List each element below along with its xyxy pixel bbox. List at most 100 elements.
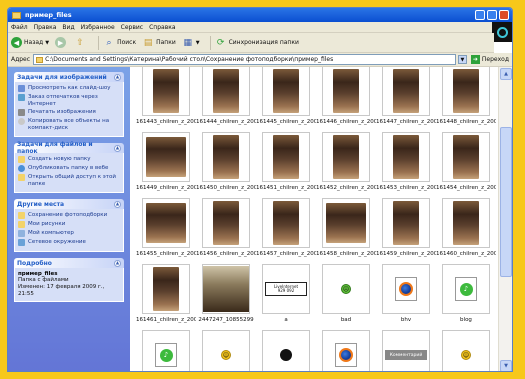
file-item[interactable]: 161450_chilren_z_200...: [196, 132, 256, 198]
file-item[interactable]: ♪: [136, 330, 196, 371]
file-item[interactable]: [256, 330, 316, 371]
copy-to-cd-link[interactable]: Копировать все объекты на компакт-диск: [18, 118, 120, 131]
publish-web-link[interactable]: Опубликовать папку в вебе: [18, 165, 120, 172]
address-dropdown-button[interactable]: ▼: [457, 55, 467, 64]
file-item[interactable]: 161461_chilren_z_200...: [136, 264, 196, 330]
file-item[interactable]: LiveInternet 929 092 a: [256, 264, 316, 330]
file-item[interactable]: 161452_chilren_z_200...: [316, 132, 376, 198]
file-item[interactable]: 161449_chilren_z_200...: [136, 132, 196, 198]
computer-icon: [18, 230, 25, 237]
image-tasks-panel: Задачи для изображений ▲ Просмотреть как…: [14, 72, 124, 137]
new-folder-link[interactable]: Создать новую папку: [18, 156, 120, 163]
menu-help[interactable]: Справка: [149, 24, 175, 31]
file-item[interactable]: 161448_chilren_z_200...: [436, 67, 496, 132]
icq-document-icon: ♪: [155, 343, 177, 367]
collapse-icon[interactable]: ▲: [114, 144, 121, 152]
other-places-header[interactable]: Другие места ▲: [14, 199, 124, 209]
collapse-icon[interactable]: ▲: [114, 200, 121, 208]
file-item[interactable]: 2447247_10855299: [196, 264, 256, 330]
scroll-down-button[interactable]: ▼: [500, 360, 512, 371]
print-images-link[interactable]: Печатать изображения: [18, 109, 120, 116]
address-field[interactable]: C:\Documents and Settings\Катерина\Рабоч…: [33, 54, 456, 65]
maximize-button[interactable]: [487, 10, 497, 20]
file-item[interactable]: 161458_chilren_z_200...: [316, 198, 376, 264]
order-prints-icon: [18, 94, 25, 101]
file-item[interactable]: 161451_chilren_z_200...: [256, 132, 316, 198]
views-icon: ▦: [183, 37, 192, 48]
order-prints-link[interactable]: Заказ отпечатков через Интернет: [18, 94, 120, 107]
smiley-icon: ☺: [221, 350, 231, 360]
folder-icon: [18, 212, 25, 219]
task-pane: Задачи для изображений ▲ Просмотреть как…: [8, 67, 130, 371]
place-my-computer[interactable]: Мой компьютер: [18, 230, 120, 237]
photo-thumbnail: [153, 69, 179, 113]
slideshow-link[interactable]: Просмотреть как слайд-шоу: [18, 85, 120, 92]
menu-tools[interactable]: Сервис: [121, 24, 143, 31]
file-item[interactable]: 161447_chilren_z_200...: [376, 67, 436, 132]
menu-file[interactable]: Файл: [11, 24, 28, 31]
vertical-scrollbar[interactable]: ▲ ▼: [498, 67, 512, 371]
windows-logo: [492, 22, 512, 42]
back-button[interactable]: ◀ Назад ▼: [11, 35, 49, 51]
forward-arrow-icon: ▶: [55, 37, 67, 48]
file-item[interactable]: 161460_chilren_z_200...: [436, 198, 496, 264]
sync-folder-button[interactable]: ⟳ Синхронизация папки: [215, 35, 299, 51]
photo-thumbnail: [326, 203, 366, 243]
collapse-icon[interactable]: ▲: [114, 259, 121, 267]
file-item[interactable]: ☺: [436, 330, 496, 371]
file-item[interactable]: ☹ bad: [316, 264, 376, 330]
file-item[interactable]: 161456_chilren_z_200...: [196, 198, 256, 264]
file-item[interactable]: 161454_chilren_z_200...: [436, 132, 496, 198]
place-photo-collection[interactable]: Сохранение фотоподборки: [18, 212, 120, 219]
views-button[interactable]: ▦ ▼: [182, 35, 200, 51]
file-item[interactable]: 161446_chilren_z_200...: [316, 67, 376, 132]
file-item[interactable]: 161455_chilren_z_200...: [136, 198, 196, 264]
menu-view[interactable]: Вид: [62, 24, 74, 31]
file-item[interactable]: 161445_chilren_z_200...: [256, 67, 316, 132]
address-label: Адрес: [11, 56, 31, 63]
sync-icon: ⟳: [216, 37, 225, 48]
image-tasks-header[interactable]: Задачи для изображений ▲: [14, 72, 124, 82]
file-item[interactable]: bhv: [376, 264, 436, 330]
forward-button[interactable]: ▶: [55, 35, 68, 51]
file-item[interactable]: ♪ blog: [436, 264, 496, 330]
go-arrow-icon: ➜: [470, 55, 480, 64]
file-item[interactable]: 161443_chilren_z_200...: [136, 67, 196, 132]
search-button[interactable]: ⌕ Поиск: [103, 35, 137, 51]
photo-thumbnail: [453, 135, 479, 179]
file-item[interactable]: 161457_chilren_z_200...: [256, 198, 316, 264]
address-bar: Адрес C:\Documents and Settings\Катерина…: [8, 53, 512, 67]
up-folder-button[interactable]: ⇧: [74, 35, 88, 51]
place-my-pictures[interactable]: Мои рисунки: [18, 221, 120, 228]
place-network[interactable]: Сетевое окружение: [18, 239, 120, 246]
title-bar[interactable]: пример_files: [8, 8, 512, 22]
address-path: C:\Documents and Settings\Катерина\Рабоч…: [45, 56, 334, 63]
file-tasks-panel: Задачи для файлов и папок ▲ Создать нову…: [14, 141, 124, 193]
menu-edit[interactable]: Правка: [34, 24, 57, 31]
collapse-icon[interactable]: ▲: [114, 73, 121, 81]
file-item[interactable]: ☺: [196, 330, 256, 371]
details-header[interactable]: Подробно ▲: [14, 258, 124, 268]
scroll-up-button[interactable]: ▲: [500, 68, 512, 80]
close-button[interactable]: [499, 10, 509, 20]
share-folder-link[interactable]: Открыть общий доступ к этой папке: [18, 174, 120, 187]
go-button[interactable]: ➜ Переход: [470, 55, 509, 64]
smiley-icon: ☺: [461, 350, 471, 360]
folders-button[interactable]: ▤ Папки: [142, 35, 176, 51]
file-item[interactable]: 161459_chilren_z_200...: [376, 198, 436, 264]
minimize-button[interactable]: [475, 10, 485, 20]
menu-favorites[interactable]: Избранное: [81, 24, 115, 31]
photo-thumbnail: [393, 135, 419, 179]
file-item[interactable]: 161444_chilren_z_200...: [196, 67, 256, 132]
window-title: пример_files: [25, 11, 72, 19]
photo-thumbnail: [453, 201, 479, 245]
scrollbar-thumb[interactable]: [500, 127, 512, 277]
file-item[interactable]: 161453_chilren_z_200...: [376, 132, 436, 198]
photo-thumbnail: [393, 69, 419, 113]
file-tasks-header[interactable]: Задачи для файлов и папок ▲: [14, 141, 124, 155]
file-item[interactable]: [316, 330, 376, 371]
file-item[interactable]: Комментарий: [376, 330, 436, 371]
firefox-document-icon: [395, 277, 417, 301]
photo-thumbnail: [333, 135, 359, 179]
chevron-down-icon: ▼: [195, 39, 200, 46]
